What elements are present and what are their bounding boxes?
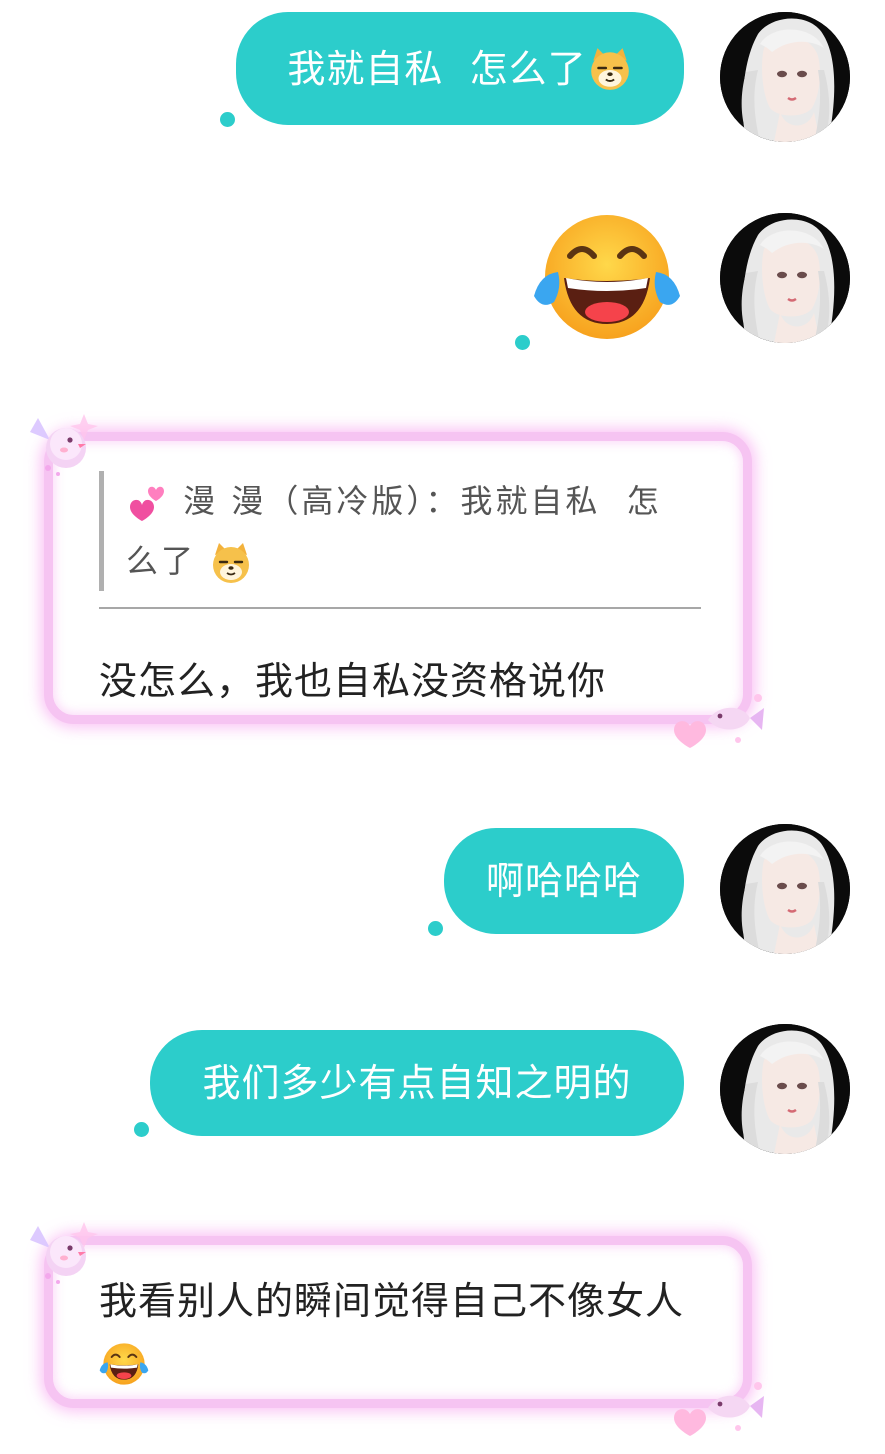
message-bubble-outgoing[interactable]: 啊哈哈哈 [444, 828, 684, 934]
message-text: 我就自私 怎么了 [287, 46, 587, 91]
message-text: 啊哈哈哈 [485, 859, 642, 903]
quoted-message[interactable]: 漫 漫（高冷版）：我就自私 怎么了 [99, 471, 686, 591]
message-bubble-incoming[interactable]: 漫 漫（高冷版）：我就自私 怎么了 没怎么，我也自私没资格说你 [44, 432, 752, 724]
chat-thread: 我就自私 怎么了 漫 漫（高冷版）：我就自私 怎么了 没怎么，我也自私没资格说你… [0, 0, 885, 1454]
message-text-content: 我看别人的瞬间觉得自己不像女人 [99, 1279, 685, 1323]
avatar[interactable] [720, 1024, 850, 1154]
tears-of-joy-emoji-icon [99, 1342, 149, 1386]
message-text: 我们多少有点自知之明的 [202, 1061, 632, 1105]
bird-decoration-icon [28, 1218, 98, 1288]
avatar[interactable] [720, 824, 850, 954]
dog-face-emoji-icon [209, 541, 253, 585]
avatar[interactable] [720, 213, 850, 343]
quoted-text: 漫 漫（高冷版）：我就自私 怎么了 [126, 482, 662, 580]
message-bubble-outgoing[interactable]: 我就自私 怎么了 [236, 12, 684, 125]
message-text: 没怎么，我也自私没资格说你 [99, 659, 607, 703]
message-bubble-outgoing[interactable]: 我们多少有点自知之明的 [150, 1030, 684, 1136]
message-bubble-incoming[interactable]: 我看别人的瞬间觉得自己不像女人 [44, 1236, 752, 1408]
tears-of-joy-emoji-icon[interactable] [532, 212, 682, 342]
two-hearts-emoji-icon [126, 481, 170, 525]
heart-fish-decoration-icon [668, 1378, 768, 1438]
bird-decoration-icon [28, 410, 98, 480]
bubble-tail [134, 1122, 149, 1137]
bubble-tail [515, 335, 530, 350]
quote-divider [99, 607, 701, 609]
bubble-tail [220, 112, 235, 127]
message-text: 我看别人的瞬间觉得自己不像女人 [99, 1271, 699, 1391]
bubble-tail [428, 921, 443, 936]
heart-fish-decoration-icon [668, 690, 768, 750]
avatar[interactable] [720, 12, 850, 142]
dog-face-emoji-icon [587, 46, 633, 92]
